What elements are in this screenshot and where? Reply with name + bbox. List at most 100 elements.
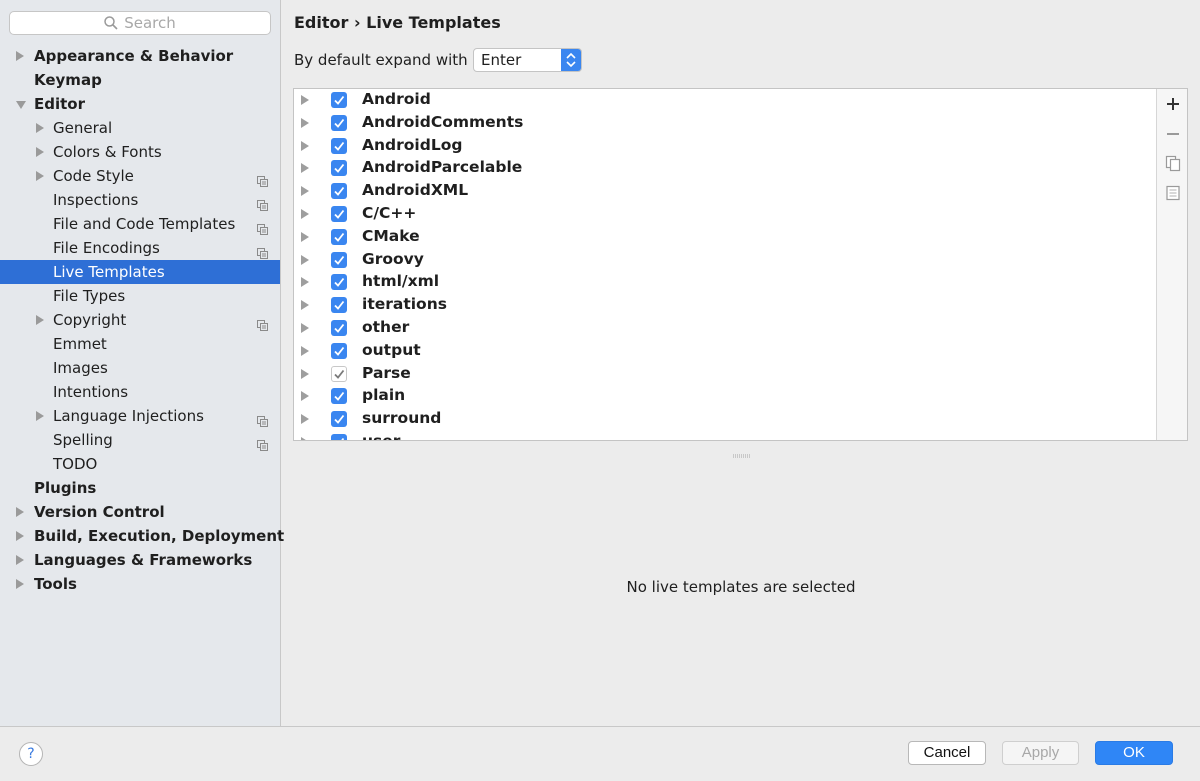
- template-group-row[interactable]: AndroidComments: [294, 112, 1156, 135]
- chevron-right-icon[interactable]: [301, 186, 309, 197]
- template-group-checkbox[interactable]: [331, 342, 347, 359]
- chevron-right-icon[interactable]: [36, 171, 44, 181]
- template-group-row[interactable]: other: [294, 317, 1156, 340]
- template-group-checkbox[interactable]: [331, 114, 347, 131]
- chevron-right-icon[interactable]: [301, 117, 309, 128]
- template-group-row[interactable]: CMake: [294, 226, 1156, 249]
- sidebar-item-file-and-code-templates[interactable]: File and Code Templates: [0, 212, 280, 236]
- template-group-row[interactable]: Parse: [294, 363, 1156, 386]
- sidebar-item-general[interactable]: General: [0, 116, 280, 140]
- sidebar-item-inspections[interactable]: Inspections: [0, 188, 280, 212]
- chevron-right-icon[interactable]: [301, 322, 309, 333]
- restore-defaults-icon[interactable]: [1164, 184, 1182, 202]
- sidebar-item-language-injections[interactable]: Language Injections: [0, 404, 280, 428]
- template-group-checkbox[interactable]: [331, 433, 347, 440]
- template-group-row[interactable]: iterations: [294, 294, 1156, 317]
- sidebar-item-todo[interactable]: TODO: [0, 452, 280, 476]
- template-group-checkbox[interactable]: [331, 274, 347, 291]
- template-group-row[interactable]: surround: [294, 408, 1156, 431]
- chevron-right-icon[interactable]: [301, 140, 309, 151]
- chevron-right-icon[interactable]: [301, 231, 309, 242]
- template-group-checkbox[interactable]: [331, 297, 347, 314]
- template-group-row[interactable]: C/C++: [294, 203, 1156, 226]
- template-group-row[interactable]: html/xml: [294, 271, 1156, 294]
- chevron-right-icon[interactable]: [36, 123, 44, 133]
- splitter-handle[interactable]: [733, 444, 751, 458]
- template-group-row[interactable]: Groovy: [294, 249, 1156, 272]
- template-group-checkbox[interactable]: [331, 183, 347, 200]
- template-group-row[interactable]: plain: [294, 385, 1156, 408]
- chevron-right-icon[interactable]: [16, 51, 24, 61]
- sidebar-item-label: Colors & Fonts: [53, 143, 162, 161]
- template-group-checkbox[interactable]: [331, 92, 347, 108]
- template-group-checkbox[interactable]: [331, 160, 347, 177]
- sidebar-item-colors-fonts[interactable]: Colors & Fonts: [0, 140, 280, 164]
- sidebar-item-emmet[interactable]: Emmet: [0, 332, 280, 356]
- template-group-checkbox[interactable]: [331, 365, 347, 382]
- chevron-right-icon[interactable]: [16, 531, 24, 541]
- chevron-right-icon[interactable]: [16, 507, 24, 517]
- sidebar-item-editor[interactable]: Editor: [0, 92, 280, 116]
- chevron-right-icon[interactable]: [301, 391, 309, 402]
- sidebar-item-version-control[interactable]: Version Control: [0, 500, 280, 524]
- chevron-right-icon[interactable]: [36, 411, 44, 421]
- expand-with-select[interactable]: Enter: [473, 48, 582, 72]
- chevron-down-icon[interactable]: [16, 101, 26, 109]
- sidebar-item-label: Plugins: [34, 479, 97, 497]
- template-group-label: iterations: [362, 295, 447, 314]
- sidebar-item-file-types[interactable]: File Types: [0, 284, 280, 308]
- sidebar-item-plugins[interactable]: Plugins: [0, 476, 280, 500]
- ok-button[interactable]: OK: [1095, 741, 1173, 765]
- sidebar-item-build-execution-deployment[interactable]: Build, Execution, Deployment: [0, 524, 284, 548]
- template-group-checkbox[interactable]: [331, 205, 347, 222]
- template-group-label: AndroidComments: [362, 112, 524, 131]
- chevron-right-icon[interactable]: [16, 555, 24, 565]
- chevron-right-icon[interactable]: [301, 436, 309, 440]
- chevron-right-icon[interactable]: [16, 579, 24, 589]
- chevron-right-icon[interactable]: [301, 300, 309, 311]
- template-group-checkbox[interactable]: [331, 137, 347, 154]
- template-group-row[interactable]: output: [294, 340, 1156, 363]
- minus-icon[interactable]: [1164, 125, 1182, 143]
- template-group-row[interactable]: AndroidParcelable: [294, 157, 1156, 180]
- chevron-right-icon[interactable]: [301, 345, 309, 356]
- sidebar-item-intentions[interactable]: Intentions: [0, 380, 280, 404]
- chevron-right-icon[interactable]: [301, 414, 309, 425]
- template-group-row[interactable]: user: [294, 431, 1156, 440]
- chevron-right-icon[interactable]: [301, 368, 309, 379]
- template-group-row[interactable]: AndroidXML: [294, 180, 1156, 203]
- chevron-right-icon[interactable]: [301, 254, 309, 265]
- sidebar-item-languages-frameworks[interactable]: Languages & Frameworks: [0, 548, 280, 572]
- template-group-checkbox[interactable]: [331, 251, 347, 268]
- sidebar-item-file-encodings[interactable]: File Encodings: [0, 236, 280, 260]
- chevron-right-icon[interactable]: [301, 277, 309, 288]
- sidebar-item-live-templates[interactable]: Live Templates: [0, 260, 280, 284]
- chevron-right-icon[interactable]: [301, 95, 309, 105]
- sidebar-item-label: Copyright: [53, 311, 127, 329]
- templates-list[interactable]: Android AndroidComments AndroidLog AndroidP…: [294, 89, 1156, 440]
- sidebar-item-tools[interactable]: Tools: [0, 572, 280, 596]
- sidebar-item-copyright[interactable]: Copyright: [0, 308, 280, 332]
- sidebar-item-appearance-behavior[interactable]: Appearance & Behavior: [0, 44, 280, 68]
- template-group-row[interactable]: AndroidLog: [294, 135, 1156, 158]
- help-button[interactable]: ?: [19, 742, 43, 766]
- sidebar-item-label: Code Style: [53, 167, 134, 185]
- chevron-right-icon[interactable]: [36, 315, 44, 325]
- template-group-checkbox[interactable]: [331, 411, 347, 428]
- sidebar-item-code-style[interactable]: Code Style: [0, 164, 280, 188]
- template-group-checkbox[interactable]: [331, 388, 347, 405]
- sidebar-item-images[interactable]: Images: [0, 356, 280, 380]
- cancel-button[interactable]: Cancel: [908, 741, 986, 765]
- template-group-checkbox[interactable]: [331, 319, 347, 336]
- chevron-right-icon[interactable]: [36, 147, 44, 157]
- search-input[interactable]: Search: [9, 11, 271, 35]
- plus-icon[interactable]: [1164, 95, 1182, 113]
- apply-button[interactable]: Apply: [1002, 741, 1079, 765]
- template-group-row[interactable]: Android: [294, 89, 1156, 112]
- chevron-right-icon[interactable]: [301, 163, 309, 174]
- sidebar-item-keymap[interactable]: Keymap: [0, 68, 280, 92]
- sidebar-item-spelling[interactable]: Spelling: [0, 428, 280, 452]
- template-group-checkbox[interactable]: [331, 228, 347, 245]
- copy-icon[interactable]: [1164, 154, 1182, 172]
- chevron-right-icon[interactable]: [301, 208, 309, 219]
